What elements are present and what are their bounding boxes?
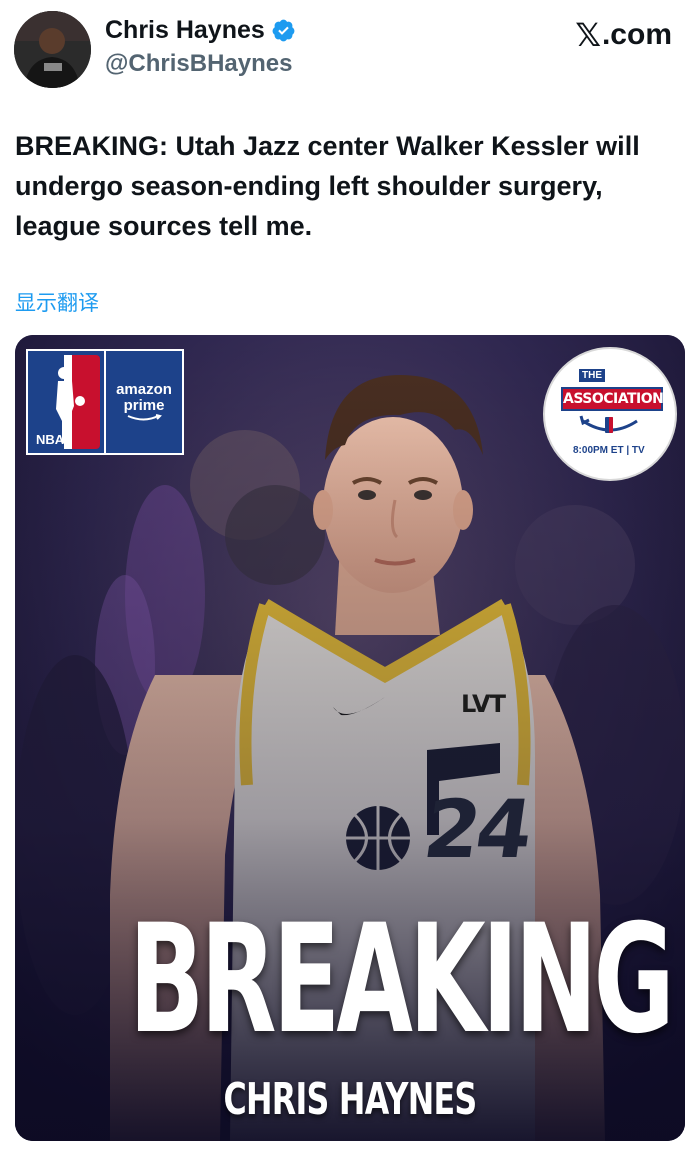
- nba-label: NBA: [36, 432, 65, 447]
- amazon-smile-icon: [127, 414, 162, 421]
- author-avatar[interactable]: [14, 11, 91, 88]
- nba-amazon-prime-badge: NBA amazon prime: [26, 349, 184, 455]
- the-association-badge: THE ASSOCIATION 8:00PM ET | TV: [543, 347, 677, 481]
- jersey-number: 24: [418, 783, 535, 876]
- author-name[interactable]: Chris Haynes: [105, 16, 296, 45]
- nba-logo: NBA: [28, 351, 104, 453]
- x-com-logo: 𝕏 .com: [575, 16, 672, 54]
- tweet-media-image[interactable]: LVT 24 NBA amazon prime THE ASSOCIATION: [15, 335, 685, 1141]
- author-name-text[interactable]: Chris Haynes: [105, 16, 265, 45]
- show-translation-link[interactable]: 显示翻译: [15, 287, 99, 317]
- prime-label: prime: [123, 397, 165, 414]
- x-com-label: .com: [601, 18, 672, 51]
- tweet-header: Chris Haynes @ChrisBHaynes 𝕏 .com: [0, 0, 700, 100]
- x-logo-icon: 𝕏: [575, 17, 601, 53]
- amazon-label: amazon: [116, 381, 172, 398]
- reporter-byline: CHRIS HAYNES: [223, 1074, 477, 1125]
- amazon-prime-logo: amazon prime: [106, 351, 182, 453]
- jersey-brand: LVT: [461, 690, 506, 718]
- association-time: 8:00PM ET | TV: [573, 445, 645, 456]
- breaking-headline: BREAKING: [128, 893, 675, 1067]
- author-handle[interactable]: @ChrisBHaynes: [105, 50, 292, 78]
- verified-badge-icon: [272, 19, 295, 42]
- tweet-text: BREAKING: Utah Jazz center Walker Kessle…: [15, 131, 640, 241]
- association-arrow-icon: [579, 415, 638, 433]
